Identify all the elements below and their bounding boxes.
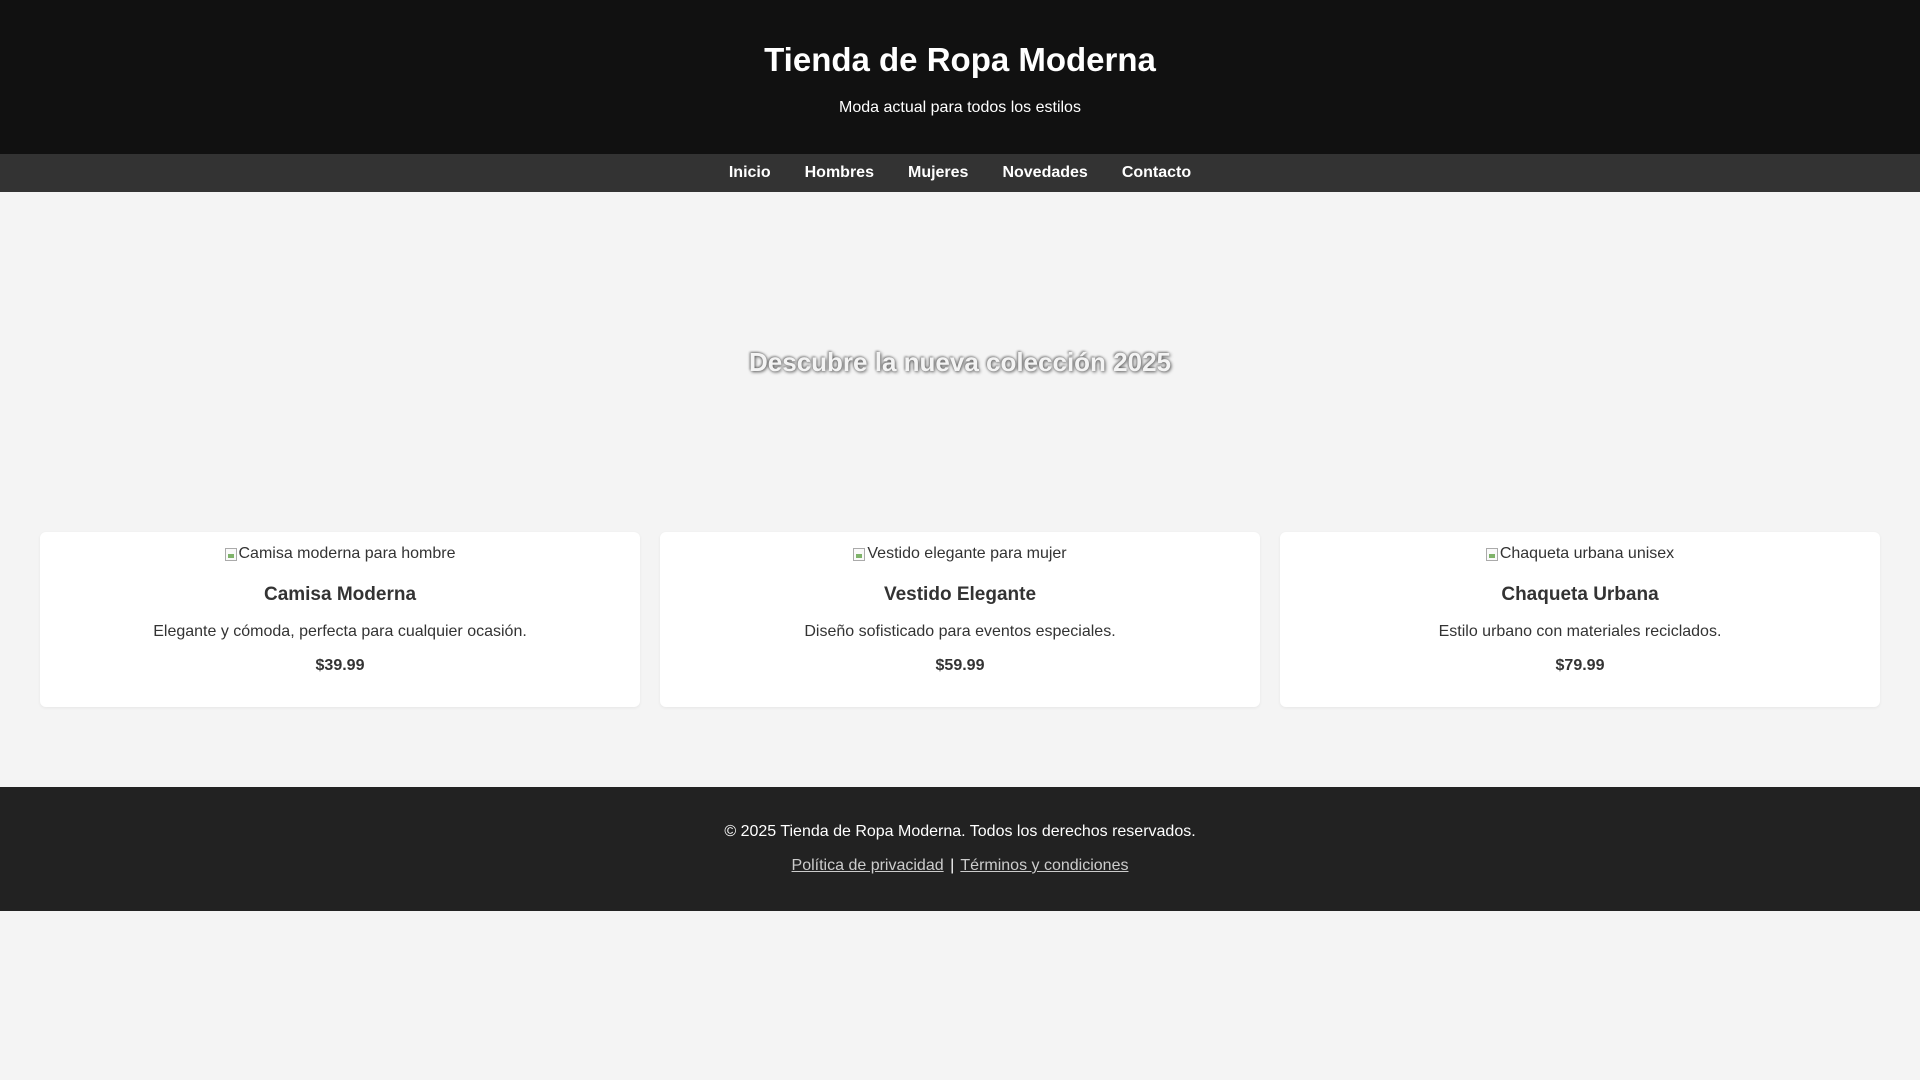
product-name: Chaqueta Urbana xyxy=(1501,583,1659,605)
hero-text: Descubre la nueva colección 2025 xyxy=(749,346,1171,377)
product-description: Elegante y cómoda, perfecta para cualqui… xyxy=(153,622,527,640)
product-grid: Camisa moderna para hombre Camisa Modern… xyxy=(0,532,1920,707)
footer-links: Política de privacidad | Términos y cond… xyxy=(0,856,1920,876)
product-card: Vestido elegante para mujer Vestido Eleg… xyxy=(660,532,1260,707)
hero-banner: Descubre la nueva colección 2025 xyxy=(0,192,1920,532)
product-card: Camisa moderna para hombre Camisa Modern… xyxy=(40,532,640,707)
site-title: Tienda de Ropa Moderna xyxy=(764,41,1156,78)
product-image: Vestido elegante para mujer xyxy=(853,544,1067,564)
product-card: Chaqueta urbana unisex Chaqueta Urbana E… xyxy=(1280,532,1880,707)
broken-image-icon xyxy=(224,547,237,561)
product-price: $39.99 xyxy=(315,656,365,674)
site-tagline: Moda actual para todos los estilos xyxy=(839,99,1081,116)
nav-link-inicio[interactable]: Inicio xyxy=(729,164,771,182)
footer-separator: | xyxy=(950,857,955,874)
privacy-policy-link[interactable]: Política de privacidad xyxy=(792,857,944,874)
broken-image-icon xyxy=(853,547,866,561)
product-image: Chaqueta urbana unisex xyxy=(1485,544,1675,564)
product-price: $79.99 xyxy=(1555,656,1605,674)
product-price: $59.99 xyxy=(935,656,985,674)
main-nav: Inicio Hombres Mujeres Novedades Contact… xyxy=(0,154,1920,192)
nav-link-mujeres[interactable]: Mujeres xyxy=(908,164,968,182)
nav-link-contacto[interactable]: Contacto xyxy=(1122,164,1191,182)
product-image-alt: Chaqueta urbana unisex xyxy=(1499,545,1675,562)
nav-link-hombres[interactable]: Hombres xyxy=(805,164,874,182)
product-description: Estilo urbano con materiales reciclados. xyxy=(1438,622,1722,640)
product-image: Camisa moderna para hombre xyxy=(224,544,456,564)
terms-link[interactable]: Términos y condiciones xyxy=(960,857,1128,874)
product-name: Vestido Elegante xyxy=(883,583,1037,605)
broken-image-icon xyxy=(1485,547,1498,561)
product-name: Camisa Moderna xyxy=(263,583,417,605)
footer-copyright: © 2025 Tienda de Ropa Moderna. Todos los… xyxy=(724,823,1196,840)
site-header: Tienda de Ropa Moderna Moda actual para … xyxy=(0,0,1920,154)
product-image-alt: Camisa moderna para hombre xyxy=(238,545,456,562)
product-description: Diseño sofisticado para eventos especial… xyxy=(804,622,1116,640)
nav-link-novedades[interactable]: Novedades xyxy=(1002,164,1087,182)
site-footer: © 2025 Tienda de Ropa Moderna. Todos los… xyxy=(0,787,1920,911)
product-image-alt: Vestido elegante para mujer xyxy=(867,545,1067,562)
